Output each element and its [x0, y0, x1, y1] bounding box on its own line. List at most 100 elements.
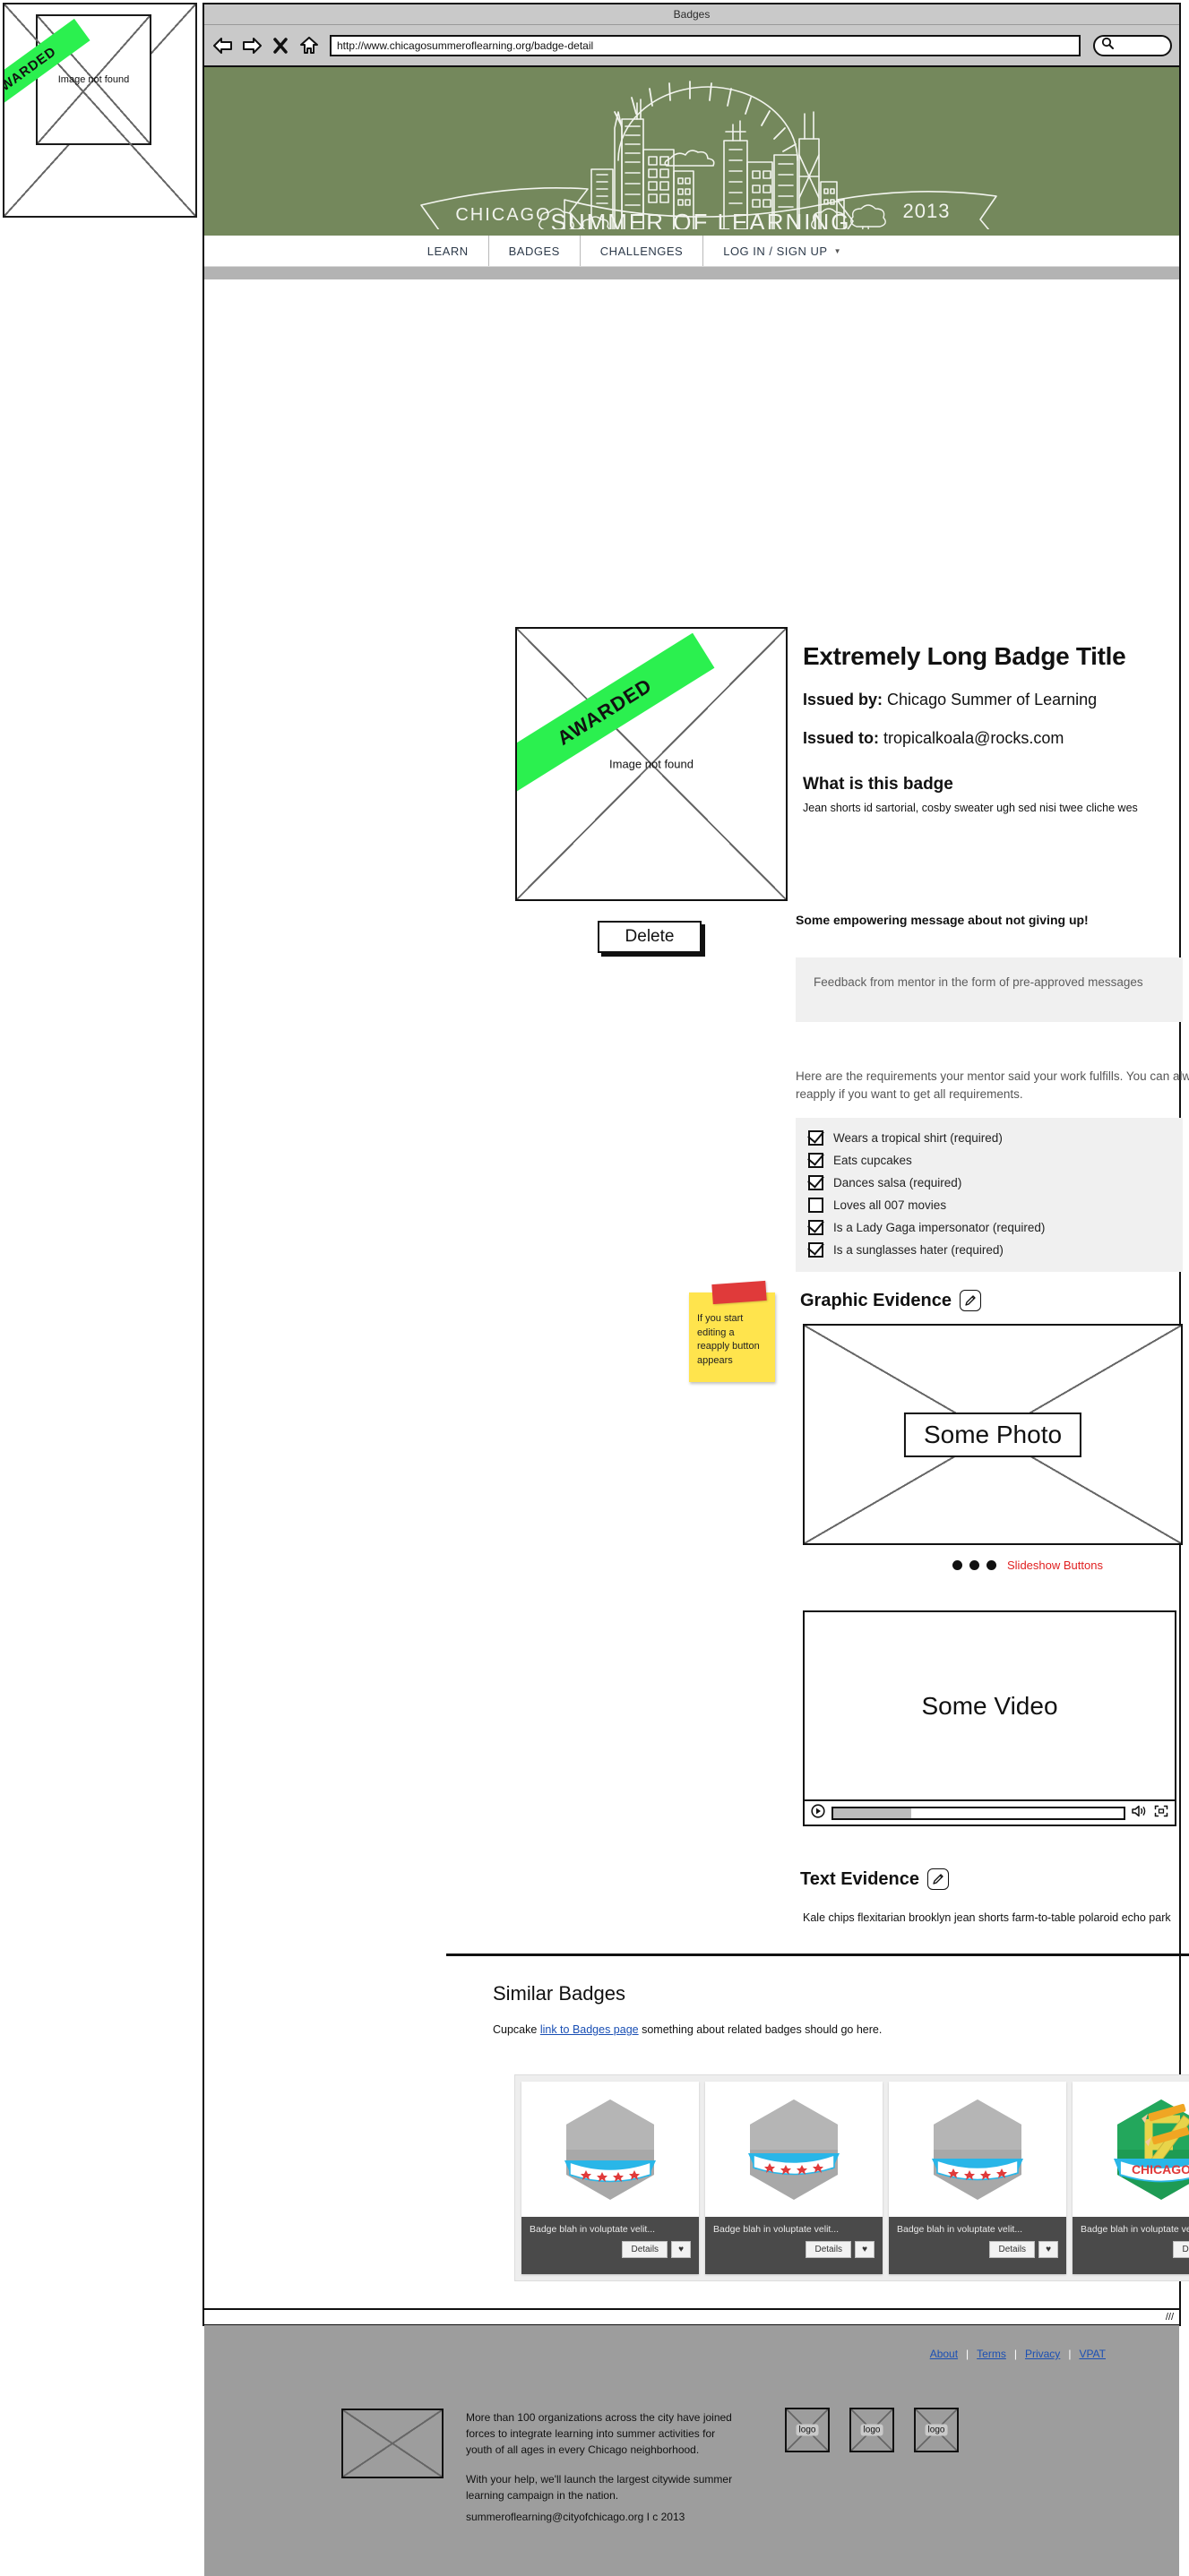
- search-input[interactable]: [1093, 34, 1172, 56]
- video-progress-fill: [833, 1807, 912, 1818]
- badge-card[interactable]: CHICAGO Badge blah in voluptate velit...…: [1073, 2082, 1189, 2274]
- partner-logo-placeholder: logo: [914, 2408, 959, 2452]
- close-x-icon[interactable]: [269, 35, 292, 56]
- sticky-note-annotation: If you start editing a reapply button ap…: [689, 1280, 775, 1382]
- details-button[interactable]: Details: [989, 2241, 1036, 2258]
- mentor-feedback-box: Feedback from mentor in the form of pre-…: [796, 957, 1183, 1022]
- issued-to-label: Issued to:: [803, 729, 880, 747]
- requirement-row[interactable]: Eats cupcakes: [796, 1149, 1183, 1172]
- delete-button[interactable]: Delete: [598, 921, 702, 953]
- details-button[interactable]: Details: [806, 2241, 852, 2258]
- footer-link-privacy[interactable]: Privacy: [1025, 2348, 1060, 2360]
- badge-card[interactable]: Badge blah in voluptate velit... Details…: [705, 2082, 883, 2274]
- video-progress-bar[interactable]: [831, 1806, 1125, 1820]
- requirement-label: Loves all 007 movies: [833, 1198, 947, 1212]
- requirement-row[interactable]: Is a sunglasses hater (required): [796, 1239, 1183, 1261]
- badge-card-image: [889, 2082, 1066, 2217]
- checkbox-checked-icon[interactable]: [808, 1242, 823, 1258]
- requirement-row[interactable]: Dances salsa (required): [796, 1172, 1183, 1194]
- partner-logo-placeholder: logo: [785, 2408, 830, 2452]
- search-icon: [1101, 37, 1114, 54]
- checkbox-checked-icon[interactable]: [808, 1130, 823, 1146]
- nav-item-badges[interactable]: BADGES: [487, 236, 580, 266]
- footer-link-vpat[interactable]: VPAT: [1079, 2348, 1106, 2360]
- badge-hero: Image not found AWARDED Delete: [515, 627, 788, 953]
- favorite-heart-icon[interactable]: ♥: [855, 2241, 875, 2258]
- chicago-summer-of-learning-logo: CHICAGO 2013 SUMMER OF LEARNING: [420, 81, 997, 229]
- text-evidence-body: Kale chips flexitarian brooklyn jean sho…: [803, 1911, 1171, 1924]
- generic-badge-icon: [932, 2099, 1023, 2200]
- slideshow-dot[interactable]: [987, 1560, 996, 1570]
- what-is-this-badge-body: Jean shorts id sartorial, cosby sweater …: [803, 802, 1138, 814]
- checkbox-checked-icon[interactable]: [808, 1175, 823, 1190]
- requirement-row[interactable]: Is a Lady Gaga impersonator (required): [796, 1216, 1183, 1239]
- checkbox-checked-icon[interactable]: [808, 1220, 823, 1235]
- video-evidence-player[interactable]: Some Video: [803, 1610, 1176, 1826]
- footer-link-about[interactable]: About: [930, 2348, 958, 2360]
- requirement-row[interactable]: Loves all 007 movies: [796, 1194, 1183, 1216]
- footer-links: About | Terms | Privacy | VPAT: [930, 2348, 1106, 2360]
- url-input[interactable]: http://www.chicagosummeroflearning.org/b…: [330, 34, 1081, 56]
- logo-label: logo: [796, 2424, 819, 2436]
- nav-item-login-signup[interactable]: LOG IN / SIGN UP ▼: [702, 236, 861, 266]
- requirements-list: Wears a tropical shirt (required) Eats c…: [796, 1118, 1183, 1272]
- awarded-ribbon: AWARDED: [4, 18, 90, 125]
- issued-to-value: tropicalkoala@rocks.com: [883, 729, 1064, 747]
- volume-icon[interactable]: [1132, 1805, 1148, 1822]
- text-evidence-title: Text Evidence: [800, 1868, 920, 1889]
- sticky-note-text: If you start editing a reapply button ap…: [697, 1313, 760, 1366]
- badge-card-footer: Badge blah in voluptate velit... Details…: [705, 2217, 883, 2274]
- wireframe-page: Image not found AWARDED Badges http://ww…: [0, 0, 1189, 2576]
- badge-card[interactable]: Badge blah in voluptate velit... Details…: [521, 2082, 699, 2274]
- details-button[interactable]: Details: [1173, 2241, 1189, 2258]
- slideshow-dot[interactable]: [969, 1560, 979, 1570]
- checkbox-checked-icon[interactable]: [808, 1153, 823, 1168]
- badge-thumbnail-preview: Image not found AWARDED: [3, 3, 197, 218]
- requirement-label: Eats cupcakes: [833, 1154, 912, 1167]
- tape-icon: [711, 1280, 767, 1305]
- favorite-heart-icon[interactable]: ♥: [671, 2241, 691, 2258]
- requirement-label: Is a sunglasses hater (required): [833, 1243, 1004, 1257]
- fullscreen-icon[interactable]: [1154, 1805, 1168, 1822]
- badge-card-image: CHICAGO: [1073, 2082, 1189, 2217]
- similar-badges-subtitle: Cupcake link to Badges page something ab…: [493, 2023, 882, 2036]
- browser-titlebar: Badges: [204, 4, 1179, 25]
- badge-card-image: [705, 2082, 883, 2217]
- browser-window: Badges http://www.chicagosummeroflearnin…: [202, 3, 1189, 2576]
- requirement-row[interactable]: Wears a tropical shirt (required): [796, 1127, 1183, 1149]
- pencil-icon[interactable]: [927, 1868, 950, 1890]
- pencil-icon[interactable]: [959, 1290, 981, 1311]
- details-button[interactable]: Details: [622, 2241, 668, 2258]
- resize-grip-icon[interactable]: ///: [1166, 2312, 1174, 2323]
- play-icon[interactable]: [811, 1803, 825, 1823]
- requirement-label: Wears a tropical shirt (required): [833, 1131, 1003, 1145]
- home-icon[interactable]: [297, 35, 321, 56]
- badges-page-link[interactable]: link to Badges page: [540, 2023, 639, 2036]
- banner-left-text: CHICAGO: [455, 205, 551, 225]
- footer-paragraph-1: More than 100 organizations across the c…: [466, 2411, 732, 2456]
- badge-card[interactable]: Badge blah in voluptate velit... Details…: [889, 2082, 1066, 2274]
- what-is-this-badge-heading: What is this badge: [803, 775, 953, 794]
- nav-label: BADGES: [508, 244, 560, 258]
- badge-card-actions: Details ♥: [713, 2241, 875, 2258]
- badge-card-title: Badge blah in voluptate velit...: [713, 2224, 840, 2235]
- page-title: Extremely Long Badge Title: [803, 642, 1126, 670]
- favorite-heart-icon[interactable]: ♥: [1038, 2241, 1058, 2258]
- footer-link-terms[interactable]: Terms: [977, 2348, 1006, 2360]
- similar-badges-list: Badge blah in voluptate velit... Details…: [514, 2074, 1189, 2281]
- nav-label: LEARN: [426, 244, 469, 258]
- photo-evidence-placeholder[interactable]: Some Photo: [803, 1324, 1183, 1545]
- slideshow-controls: Slideshow Buttons: [952, 1558, 1103, 1572]
- nav-item-learn[interactable]: LEARN: [408, 236, 488, 266]
- nav-item-challenges[interactable]: CHALLENGES: [579, 236, 702, 266]
- link-separator: |: [1013, 2348, 1017, 2360]
- requirements-intro: Here are the requirements your mentor sa…: [796, 1069, 1189, 1102]
- back-arrow-icon[interactable]: [211, 35, 235, 56]
- badge-info: Extremely Long Badge Title Issued by: Ch…: [803, 642, 1188, 814]
- forward-arrow-icon[interactable]: [240, 35, 263, 56]
- slideshow-dots[interactable]: [952, 1560, 996, 1570]
- photo-placeholder-label: Some Photo: [903, 1412, 1082, 1457]
- slideshow-dot[interactable]: [952, 1560, 962, 1570]
- footer-description: More than 100 organizations across the c…: [466, 2409, 735, 2517]
- checkbox-unchecked-icon[interactable]: [808, 1198, 823, 1213]
